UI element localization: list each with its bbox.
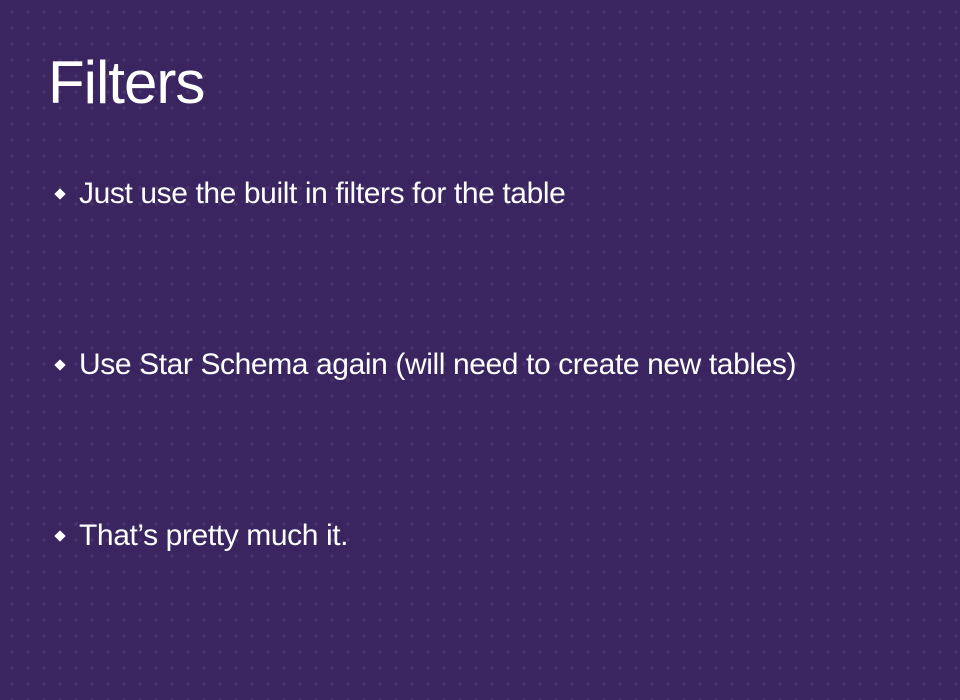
bullet-item: Use Star Schema again (will need to crea… [54, 347, 797, 383]
slide-title: Filters [48, 49, 205, 116]
bullet-text: That’s pretty much it. [79, 519, 349, 552]
bullet-text: Just use the built in filters for the ta… [79, 177, 566, 210]
diamond-bullet-icon [54, 530, 66, 542]
slide: Filters Just use the built in filters fo… [0, 0, 960, 700]
bullet-item: Just use the built in filters for the ta… [54, 176, 566, 212]
bullet-text: Use Star Schema again (will need to crea… [79, 348, 797, 381]
diamond-bullet-icon [54, 359, 66, 371]
diamond-bullet-icon [54, 188, 66, 200]
bullet-item: That’s pretty much it. [54, 518, 349, 554]
